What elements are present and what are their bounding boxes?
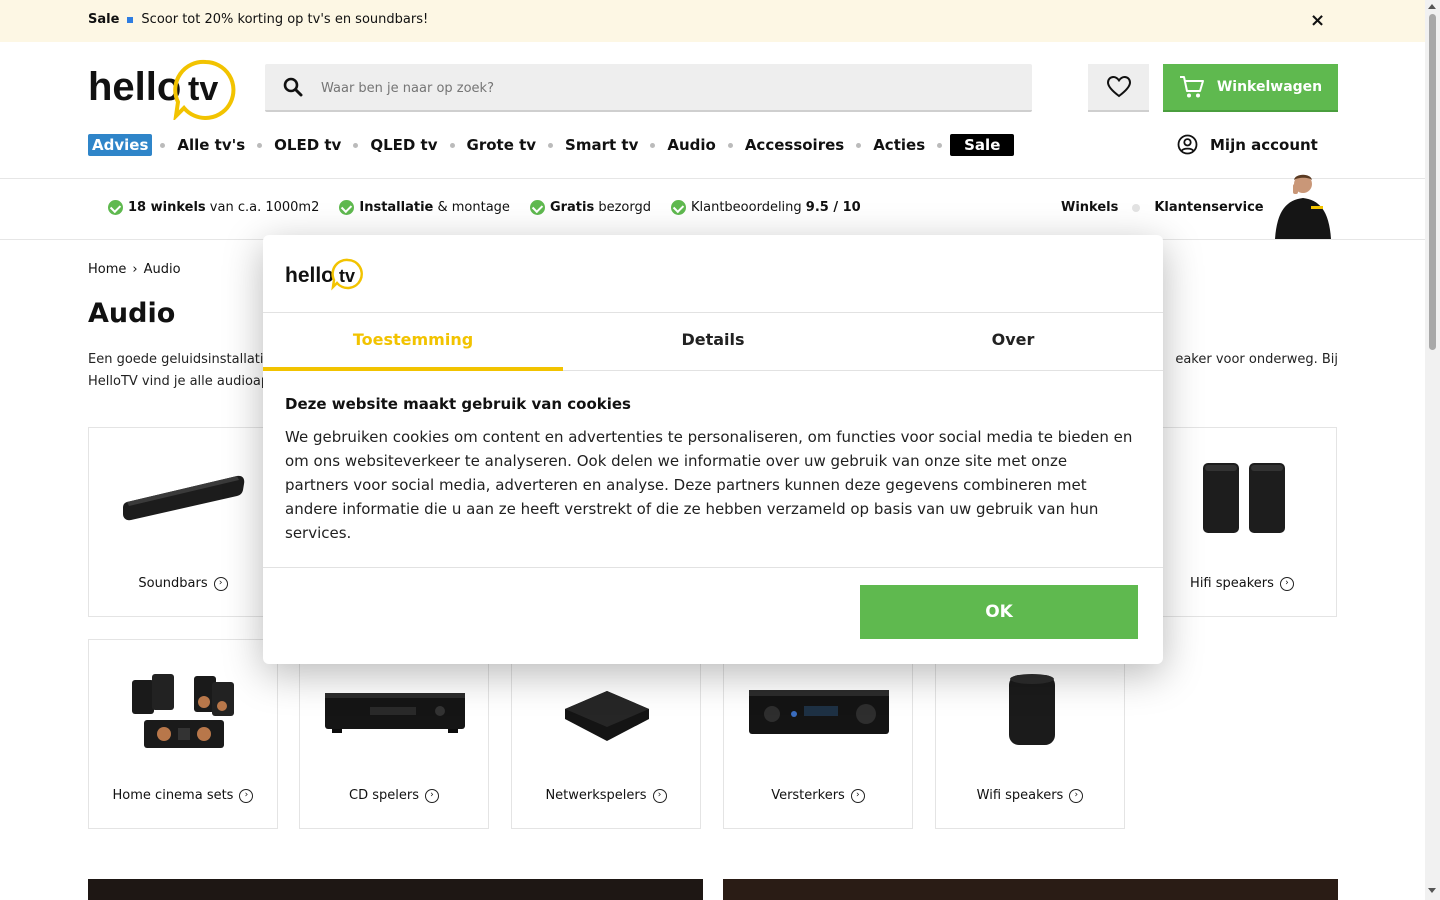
- cookie-text: We gebruiken cookies om content en adver…: [285, 428, 1133, 542]
- scrollbar-thumb[interactable]: [1429, 14, 1436, 350]
- cookie-tabs: Toestemming Details Over: [263, 312, 1163, 371]
- dialog-hellotv-logo: hello tv: [285, 257, 365, 291]
- dialog-logo-text-hello: hello: [285, 264, 334, 287]
- dialog-divider: [263, 567, 1163, 568]
- tab-over[interactable]: Over: [863, 313, 1163, 370]
- tab-details[interactable]: Details: [563, 313, 863, 370]
- cookie-ok-button[interactable]: OK: [860, 585, 1138, 639]
- scroll-down-arrow-icon[interactable]: [1428, 888, 1436, 893]
- tab-toestemming[interactable]: Toestemming: [263, 313, 563, 371]
- page-scrollbar[interactable]: [1425, 0, 1440, 900]
- cookie-heading: Deze website maakt gebruik van cookies: [285, 395, 631, 413]
- scroll-up-arrow-icon[interactable]: [1428, 4, 1436, 9]
- cookie-consent-dialog: hello tv Toestemming Details Over Deze w…: [263, 235, 1163, 664]
- dialog-logo-text-tv: tv: [339, 266, 355, 286]
